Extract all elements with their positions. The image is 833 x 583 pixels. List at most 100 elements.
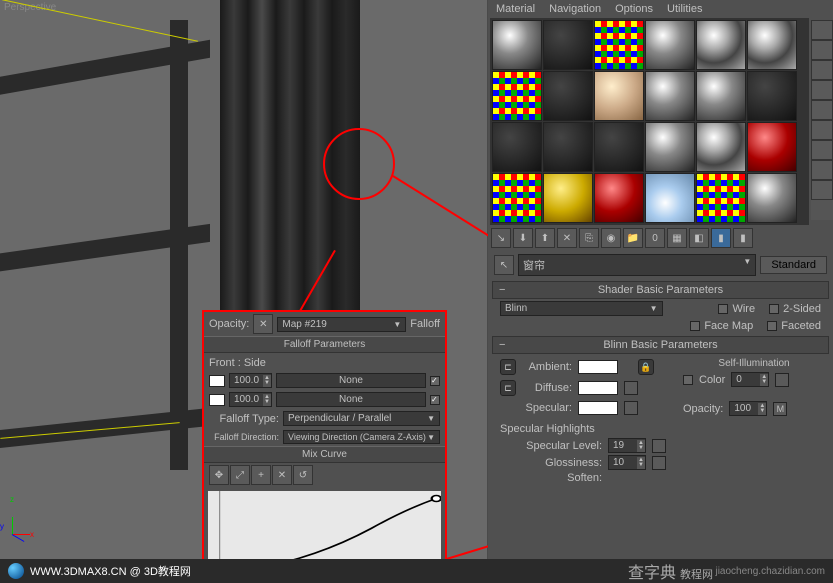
- show-map-icon[interactable]: ▦: [667, 228, 687, 248]
- sample-slot[interactable]: [645, 173, 695, 223]
- value-1-spinner[interactable]: 100.0 ▲▼: [229, 373, 272, 388]
- mix-curve-header[interactable]: Mix Curve: [204, 446, 445, 463]
- map-name-dropdown[interactable]: Map #219 ▼: [277, 317, 406, 332]
- falloff-type-dropdown[interactable]: Perpendicular / Parallel ▼: [283, 411, 440, 426]
- go-sibling-icon[interactable]: ▮: [733, 228, 753, 248]
- menu-utilities[interactable]: Utilities: [667, 3, 702, 15]
- specular-level-spinner[interactable]: 19 ▲▼: [608, 438, 646, 453]
- sample-slot[interactable]: [492, 122, 542, 172]
- rollout-header[interactable]: − Shader Basic Parameters: [492, 281, 829, 299]
- diffuse-color[interactable]: [578, 381, 618, 395]
- specular-color[interactable]: [578, 401, 618, 415]
- blinn-basic-rollout: − Blinn Basic Parameters ⊏ Ambient: 🔒 ⊏ …: [492, 336, 829, 485]
- sample-slot[interactable]: [594, 20, 644, 70]
- ambient-label: Ambient:: [522, 361, 572, 373]
- glossiness-map-button[interactable]: [652, 456, 666, 470]
- opacity-spinner[interactable]: 100 ▲▼: [729, 401, 767, 416]
- falloff-direction-dropdown[interactable]: Viewing Direction (Camera Z-Axis) ▼: [283, 430, 440, 444]
- rollout-header[interactable]: − Blinn Basic Parameters: [492, 336, 829, 354]
- curve-add-icon[interactable]: +: [251, 465, 271, 485]
- curve-scale-icon[interactable]: ⤢: [230, 465, 250, 485]
- wire-checkbox[interactable]: [718, 304, 728, 314]
- sample-slot[interactable]: [594, 173, 644, 223]
- sample-slot[interactable]: [747, 71, 797, 121]
- ambient-diffuse-lock-icon[interactable]: 🔒: [638, 359, 654, 375]
- sample-slot[interactable]: [543, 122, 593, 172]
- sample-slot[interactable]: [543, 173, 593, 223]
- assign-icon[interactable]: ⬆: [535, 228, 555, 248]
- options-icon[interactable]: [811, 140, 833, 160]
- glossiness-label: Glossiness:: [512, 457, 602, 469]
- put-to-scene-icon[interactable]: ⬇: [513, 228, 533, 248]
- falloff-params-header[interactable]: Falloff Parameters: [204, 336, 445, 353]
- pick-icon[interactable]: ✕: [253, 314, 273, 334]
- diffuse-map-button[interactable]: [624, 381, 638, 395]
- sample-slot[interactable]: [645, 71, 695, 121]
- menu-material[interactable]: Material: [496, 3, 535, 15]
- slot-count-icon[interactable]: [811, 180, 833, 200]
- self-illum-map-button[interactable]: [775, 373, 789, 387]
- self-illum-spinner[interactable]: 0 ▲▼: [731, 372, 769, 387]
- glossiness-spinner[interactable]: 10 ▲▼: [608, 455, 646, 470]
- spec-level-map-button[interactable]: [652, 439, 666, 453]
- sample-slot[interactable]: [543, 20, 593, 70]
- sample-slot[interactable]: [492, 71, 542, 121]
- sample-slot[interactable]: [747, 173, 797, 223]
- curve-move-icon[interactable]: ✥: [209, 465, 229, 485]
- reset-icon[interactable]: ✕: [557, 228, 577, 248]
- sample-slot[interactable]: [594, 122, 644, 172]
- make-unique-icon[interactable]: ◉: [601, 228, 621, 248]
- shader-dropdown[interactable]: Blinn ▼: [500, 301, 663, 316]
- background-icon[interactable]: [811, 60, 833, 80]
- sample-slot[interactable]: [747, 20, 797, 70]
- menu-options[interactable]: Options: [615, 3, 653, 15]
- preview-icon[interactable]: [811, 120, 833, 140]
- sample-type-icon[interactable]: [811, 20, 833, 40]
- copy-icon[interactable]: ⎘: [579, 228, 599, 248]
- sample-slot[interactable]: [645, 20, 695, 70]
- sample-slot[interactable]: [696, 71, 746, 121]
- sample-slot[interactable]: [696, 122, 746, 172]
- show-result-icon[interactable]: ◧: [689, 228, 709, 248]
- diffuse-lock-icon[interactable]: ⊏: [500, 380, 516, 396]
- sample-slot[interactable]: [594, 71, 644, 121]
- sample-slot[interactable]: [645, 122, 695, 172]
- material-name-field[interactable]: 窗帘 ▼: [518, 254, 756, 276]
- map-1-enable-checkbox[interactable]: [430, 376, 440, 386]
- opacity-map-button[interactable]: M: [773, 402, 787, 416]
- faceted-checkbox[interactable]: [767, 321, 777, 331]
- get-material-icon[interactable]: ↘: [491, 228, 511, 248]
- menu-navigation[interactable]: Navigation: [549, 3, 601, 15]
- value-2-spinner[interactable]: 100.0 ▲▼: [229, 392, 272, 407]
- ambient-lock-icon[interactable]: ⊏: [500, 359, 516, 375]
- curve-delete-icon[interactable]: ✕: [272, 465, 292, 485]
- map-2-enable-checkbox[interactable]: [430, 395, 440, 405]
- curve-reset-icon[interactable]: ↺: [293, 465, 313, 485]
- sample-slot[interactable]: [696, 173, 746, 223]
- material-type-button[interactable]: Standard: [760, 256, 827, 274]
- ambient-color[interactable]: [578, 360, 618, 374]
- sample-slot[interactable]: [492, 20, 542, 70]
- effects-icon[interactable]: 0: [645, 228, 665, 248]
- color-swatch-1[interactable]: [209, 375, 225, 387]
- backlight-icon[interactable]: [811, 40, 833, 60]
- map-1-button[interactable]: None: [276, 373, 426, 388]
- select-by-mat-icon[interactable]: [811, 160, 833, 180]
- sample-slot[interactable]: [696, 20, 746, 70]
- uv-tile-icon[interactable]: [811, 80, 833, 100]
- go-parent-icon[interactable]: ▮: [711, 228, 731, 248]
- put-library-icon[interactable]: 📁: [623, 228, 643, 248]
- sample-slot[interactable]: [543, 71, 593, 121]
- sample-slot[interactable]: [747, 122, 797, 172]
- face-map-checkbox[interactable]: [690, 321, 700, 331]
- two-sided-checkbox[interactable]: [769, 304, 779, 314]
- map-name: Map #219: [282, 319, 326, 330]
- color-swatch-2[interactable]: [209, 394, 225, 406]
- self-illum-color-checkbox[interactable]: [683, 375, 693, 385]
- material-editor: Material Navigation Options Utilities: [488, 0, 833, 560]
- video-check-icon[interactable]: [811, 100, 833, 120]
- pick-material-icon[interactable]: ↖: [494, 255, 514, 275]
- map-2-button[interactable]: None: [276, 392, 426, 407]
- sample-slot[interactable]: [492, 173, 542, 223]
- specular-map-button[interactable]: [624, 401, 638, 415]
